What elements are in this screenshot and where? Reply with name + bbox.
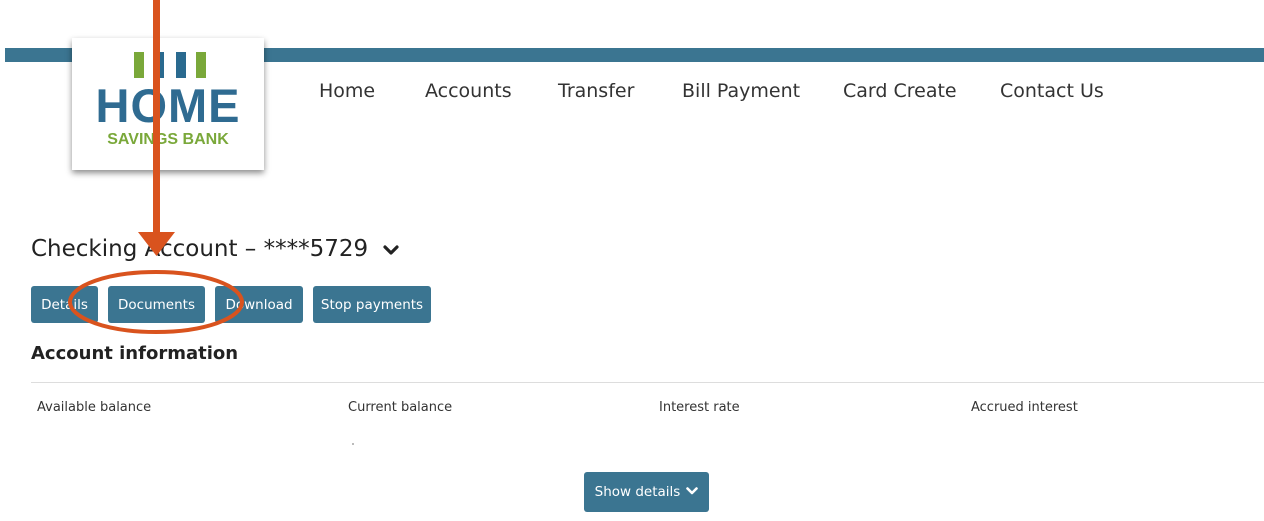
logo-subtitle: SAVINGS BANK: [107, 131, 229, 148]
stop-payments-button[interactable]: Stop payments: [313, 286, 431, 323]
bank-logo[interactable]: HOME SAVINGS BANK: [72, 38, 264, 170]
interest-rate-label: Interest rate: [659, 400, 740, 415]
logo-bars-icon: [130, 52, 210, 78]
chevron-down-icon: [680, 484, 699, 500]
details-button[interactable]: Details: [31, 286, 98, 323]
value-placeholder: [352, 443, 354, 445]
account-title[interactable]: Checking Account – ****5729: [31, 236, 400, 263]
logo-title: HOME: [95, 79, 241, 132]
nav-item-transfer[interactable]: Transfer: [558, 80, 634, 102]
documents-button[interactable]: Documents: [108, 286, 205, 323]
show-details-button[interactable]: Show details: [584, 472, 709, 512]
nav-item-card-create[interactable]: Card Create: [843, 80, 957, 102]
nav-item-accounts[interactable]: Accounts: [425, 80, 512, 102]
nav-item-contact-us[interactable]: Contact Us: [1000, 80, 1104, 102]
account-title-text: Checking Account – ****5729: [31, 236, 369, 262]
account-information-heading: Account information: [31, 343, 239, 364]
chevron-down-icon[interactable]: [383, 237, 400, 263]
download-button[interactable]: Download: [215, 286, 303, 323]
show-details-label: Show details: [594, 484, 681, 500]
current-balance-label: Current balance: [348, 400, 453, 415]
divider: [31, 382, 1264, 383]
accrued-interest-label: Accrued interest: [971, 400, 1078, 415]
available-balance-label: Available balance: [37, 400, 152, 415]
nav-item-bill-payment[interactable]: Bill Payment: [682, 80, 800, 102]
nav-item-home[interactable]: Home: [319, 80, 375, 102]
